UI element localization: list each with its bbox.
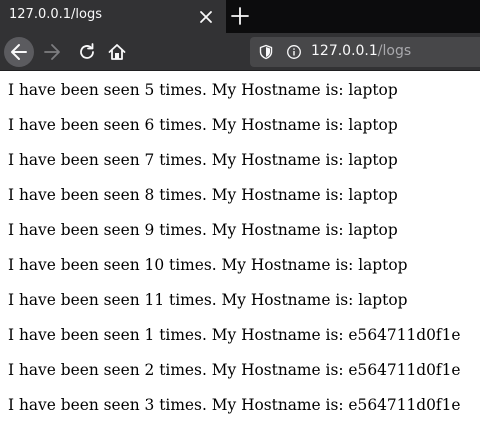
log-line: I have been seen 7 times. My Hostname is… [8,151,398,169]
log-line: I have been seen 5 times. My Hostname is… [8,81,398,99]
log-line: I have been seen 6 times. My Hostname is… [8,116,398,134]
url-host: 127.0.0.1 [311,43,378,59]
reload-icon[interactable] [76,41,98,63]
shield-icon[interactable] [258,44,274,60]
log-line: I have been seen 2 times. My Hostname is… [8,361,461,379]
tab-title: 127.0.0.1/logs [9,7,102,22]
arrow-left-icon [11,44,27,60]
page-content: I have been seen 5 times. My Hostname is… [0,71,480,427]
plus-icon[interactable] [229,5,251,27]
log-line: I have been seen 9 times. My Hostname is… [8,221,398,239]
address-bar[interactable]: 127.0.0.1/logs [250,37,480,67]
arrow-right-icon[interactable] [41,41,63,63]
info-icon[interactable] [286,44,302,60]
tab-logs[interactable]: 127.0.0.1/logs [0,0,226,33]
log-line: I have been seen 11 times. My Hostname i… [8,291,408,309]
tab-strip: 127.0.0.1/logs [0,0,480,33]
navigation-toolbar: 127.0.0.1/logs [0,33,480,71]
url-text[interactable]: 127.0.0.1/logs [311,43,411,59]
log-line: I have been seen 1 times. My Hostname is… [8,326,461,344]
log-line: I have been seen 3 times. My Hostname is… [8,396,461,414]
log-line: I have been seen 8 times. My Hostname is… [8,186,398,204]
log-line: I have been seen 10 times. My Hostname i… [8,256,408,274]
close-icon[interactable] [197,8,215,26]
back-button[interactable] [4,37,34,67]
url-path: /logs [377,43,412,59]
home-icon[interactable] [106,41,128,63]
